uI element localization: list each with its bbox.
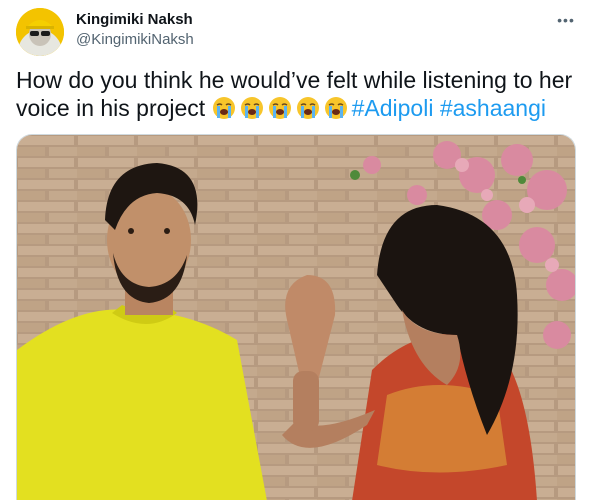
- tweet-text: How do you think he would’ve felt while …: [16, 66, 584, 122]
- avatar[interactable]: [16, 8, 64, 56]
- display-name[interactable]: Kingimiki Naksh: [76, 10, 194, 30]
- loudly-crying-face-icon: [212, 97, 235, 119]
- author-names: Kingimiki Naksh @KingimikiNaksh: [76, 10, 194, 50]
- hashtag-adipoli[interactable]: #Adipoli: [352, 95, 434, 121]
- hashtag-ashaangi[interactable]: #ashaangi: [440, 95, 546, 121]
- loudly-crying-face-icon: [296, 97, 319, 119]
- handle[interactable]: @KingimikiNaksh: [76, 30, 194, 50]
- avatar-image: [16, 8, 64, 56]
- emoji-row: [212, 95, 352, 121]
- tweet-media[interactable]: [16, 134, 576, 500]
- tweet-header: Kingimiki Naksh @KingimikiNaksh •••: [16, 8, 584, 56]
- media-image: [17, 135, 575, 500]
- more-options-button[interactable]: •••: [552, 10, 580, 30]
- tweet[interactable]: Kingimiki Naksh @KingimikiNaksh ••• How …: [0, 0, 600, 500]
- loudly-crying-face-icon: [324, 97, 347, 119]
- loudly-crying-face-icon: [240, 97, 263, 119]
- loudly-crying-face-icon: [268, 97, 291, 119]
